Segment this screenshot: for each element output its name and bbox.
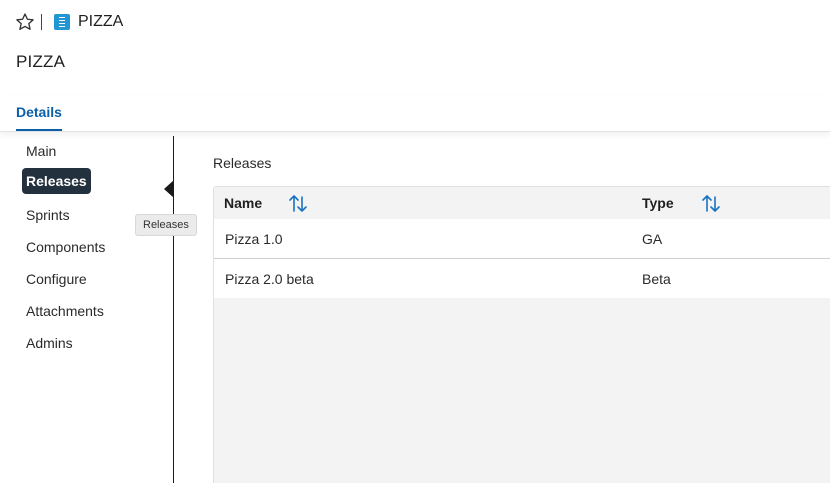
tab-bar: Details: [0, 96, 830, 132]
cell-name[interactable]: Pizza 1.0: [225, 231, 283, 247]
breadcrumb-title[interactable]: PIZZA: [78, 13, 123, 31]
sort-arrows-icon[interactable]: [701, 192, 721, 214]
releases-table: Name Type Pizza 1.0 GA Pizza 2.0 beta Be…: [213, 186, 830, 483]
column-header-name[interactable]: Name: [224, 195, 262, 211]
cell-type: Beta: [642, 271, 671, 287]
table-row[interactable]: Pizza 1.0 GA: [214, 219, 830, 259]
tooltip: Releases: [135, 214, 197, 236]
star-icon[interactable]: [15, 12, 35, 32]
page-title: PIZZA: [16, 52, 66, 71]
sidebar-item-admins[interactable]: Admins: [26, 334, 73, 352]
table-row[interactable]: Pizza 2.0 beta Beta: [214, 259, 830, 298]
sidebar-nav: Main Releases Sprints Components Configu…: [0, 136, 174, 483]
top-bar: PIZZA: [0, 0, 830, 46]
cell-type: GA: [642, 231, 663, 247]
collapse-caret-icon[interactable]: [164, 180, 174, 198]
column-header-type[interactable]: Type: [642, 195, 674, 211]
table-header: Name Type: [214, 187, 830, 219]
section-label: Releases: [213, 155, 272, 171]
cell-name[interactable]: Pizza 2.0 beta: [225, 271, 314, 287]
sidebar-item-sprints[interactable]: Sprints: [26, 206, 70, 224]
sidebar-item-attachments[interactable]: Attachments: [26, 302, 104, 320]
sidebar-item-configure[interactable]: Configure: [26, 270, 87, 288]
sidebar-item-components[interactable]: Components: [26, 238, 105, 256]
sort-arrows-icon[interactable]: [288, 192, 308, 214]
sidebar-item-main[interactable]: Main: [26, 142, 56, 160]
tab-details[interactable]: Details: [16, 104, 62, 131]
document-icon: [54, 14, 70, 30]
sidebar-item-releases[interactable]: Releases: [22, 168, 91, 194]
divider: [41, 14, 42, 30]
